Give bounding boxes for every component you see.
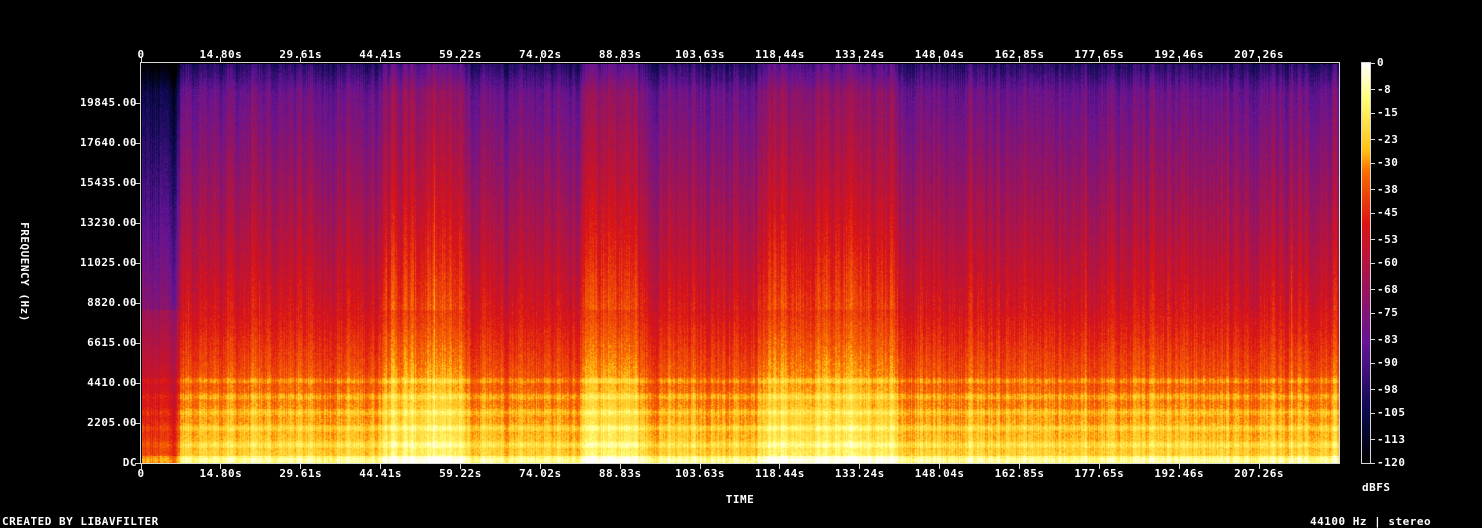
y-tick-label: 17640.00 <box>80 136 137 149</box>
x-tick-label-top: 74.02s <box>518 48 562 61</box>
colorbar-tick-label: -23 <box>1377 132 1399 146</box>
colorbar-tick-label: -60 <box>1377 256 1399 269</box>
x-axis-label: TIME <box>725 493 755 506</box>
colorbar-tick-mark <box>1371 289 1375 291</box>
colorbar-tick-mark <box>1371 112 1375 114</box>
colorbar-tick-mark <box>1371 312 1375 314</box>
x-tick-label-top: 207.26s <box>1234 48 1285 61</box>
x-tick-label-bottom: 177.65s <box>1074 467 1125 480</box>
y-tick-label: 8820.00 <box>87 296 137 309</box>
colorbar-tick-label: -68 <box>1377 282 1399 296</box>
x-tick-label-bottom: 29.61s <box>279 467 323 480</box>
colorbar-gradient <box>1362 63 1370 463</box>
colorbar-tick-label: -113 <box>1377 432 1406 446</box>
spectrogram-figure: TIME FREQUENCY (Hz) dBFS CREATED BY LIBA… <box>0 0 1482 528</box>
x-tick-label-bottom: 74.02s <box>518 467 562 480</box>
colorbar-tick-label: -45 <box>1377 206 1399 219</box>
x-tick-label-bottom: 14.80s <box>199 467 243 480</box>
x-tick-label-bottom: 192.46s <box>1154 467 1205 480</box>
x-tick-label-bottom: 133.24s <box>834 467 885 480</box>
x-tick-label-bottom: 162.85s <box>994 467 1045 480</box>
colorbar-tick-label: 0 <box>1377 56 1385 69</box>
colorbar-tick-label: -75 <box>1377 306 1399 319</box>
x-tick-label-bottom: 44.41s <box>359 467 402 480</box>
x-tick-label-top: 133.24s <box>834 48 885 61</box>
colorbar-tick-label: -83 <box>1377 332 1399 346</box>
y-tick-label: 6615.00 <box>87 336 137 349</box>
y-tick-label: 19845.00 <box>80 96 137 109</box>
colorbar-tick-mark <box>1371 139 1375 141</box>
colorbar-tick-mark <box>1371 89 1375 91</box>
y-tick-label: 2205.00 <box>87 416 137 429</box>
colorbar-tick-label: -8 <box>1377 82 1392 96</box>
colorbar-tick-mark <box>1371 439 1375 441</box>
y-tick-label: DC <box>122 456 137 469</box>
x-tick-label-top: 118.44s <box>755 48 805 61</box>
footer-audio-info: 44100 Hz | stereo <box>1310 515 1432 528</box>
footer-credit: CREATED BY LIBAVFILTER <box>2 515 159 528</box>
x-tick-label-bottom: 88.83s <box>598 467 642 480</box>
colorbar-tick-mark <box>1371 189 1375 191</box>
x-tick-label-bottom: 59.22s <box>439 467 482 480</box>
x-tick-label-top: 148.04s <box>914 48 965 61</box>
x-tick-label-top: 103.63s <box>675 48 725 61</box>
x-tick-label-top: 14.80s <box>199 48 243 61</box>
x-tick-label-bottom: 118.44s <box>755 467 805 480</box>
colorbar-tick-label: -53 <box>1377 232 1399 246</box>
colorbar-tick-mark <box>1371 162 1375 164</box>
x-tick-label-top: 177.65s <box>1074 48 1125 61</box>
y-tick-label: 13230.00 <box>80 216 137 229</box>
colorbar-tick-label: -105 <box>1377 406 1406 419</box>
colorbar-tick-mark <box>1371 262 1375 264</box>
y-tick-label: 11025.00 <box>80 256 137 269</box>
colorbar-tick-mark <box>1371 462 1375 464</box>
x-tick-label-top: 44.41s <box>359 48 402 61</box>
colorbar <box>1361 62 1371 464</box>
x-tick-label-bottom: 0 <box>137 467 145 480</box>
colorbar-tick-label: -90 <box>1377 356 1399 369</box>
x-tick-label-top: 0 <box>137 48 145 61</box>
colorbar-tick-mark <box>1371 239 1375 241</box>
x-tick-label-top: 162.85s <box>994 48 1045 61</box>
x-tick-label-bottom: 148.04s <box>914 467 965 480</box>
colorbar-tick-mark <box>1371 339 1375 341</box>
colorbar-tick-mark <box>1371 412 1375 414</box>
y-tick-label: 4410.00 <box>87 376 137 389</box>
x-tick-label-bottom: 207.26s <box>1234 467 1285 480</box>
spectrogram-plot-area <box>140 62 1340 464</box>
colorbar-label: dBFS <box>1362 481 1391 494</box>
spectrogram-heatmap <box>142 64 1339 463</box>
y-tick-label: 15435.00 <box>80 176 137 189</box>
colorbar-tick-label: -120 <box>1377 456 1406 469</box>
colorbar-tick-mark <box>1371 62 1375 64</box>
colorbar-tick-label: -38 <box>1377 182 1399 196</box>
x-tick-label-top: 192.46s <box>1154 48 1205 61</box>
x-tick-label-top: 59.22s <box>439 48 482 61</box>
colorbar-tick-label: -98 <box>1377 382 1399 396</box>
colorbar-tick-mark <box>1371 389 1375 391</box>
colorbar-tick-label: -30 <box>1377 156 1399 169</box>
x-tick-label-top: 88.83s <box>598 48 642 61</box>
colorbar-tick-mark <box>1371 362 1375 364</box>
x-tick-label-bottom: 103.63s <box>675 467 725 480</box>
colorbar-tick-mark <box>1371 212 1375 214</box>
colorbar-tick-label: -15 <box>1377 106 1399 119</box>
y-axis-label: FREQUENCY (Hz) <box>18 222 31 322</box>
x-tick-label-top: 29.61s <box>279 48 323 61</box>
